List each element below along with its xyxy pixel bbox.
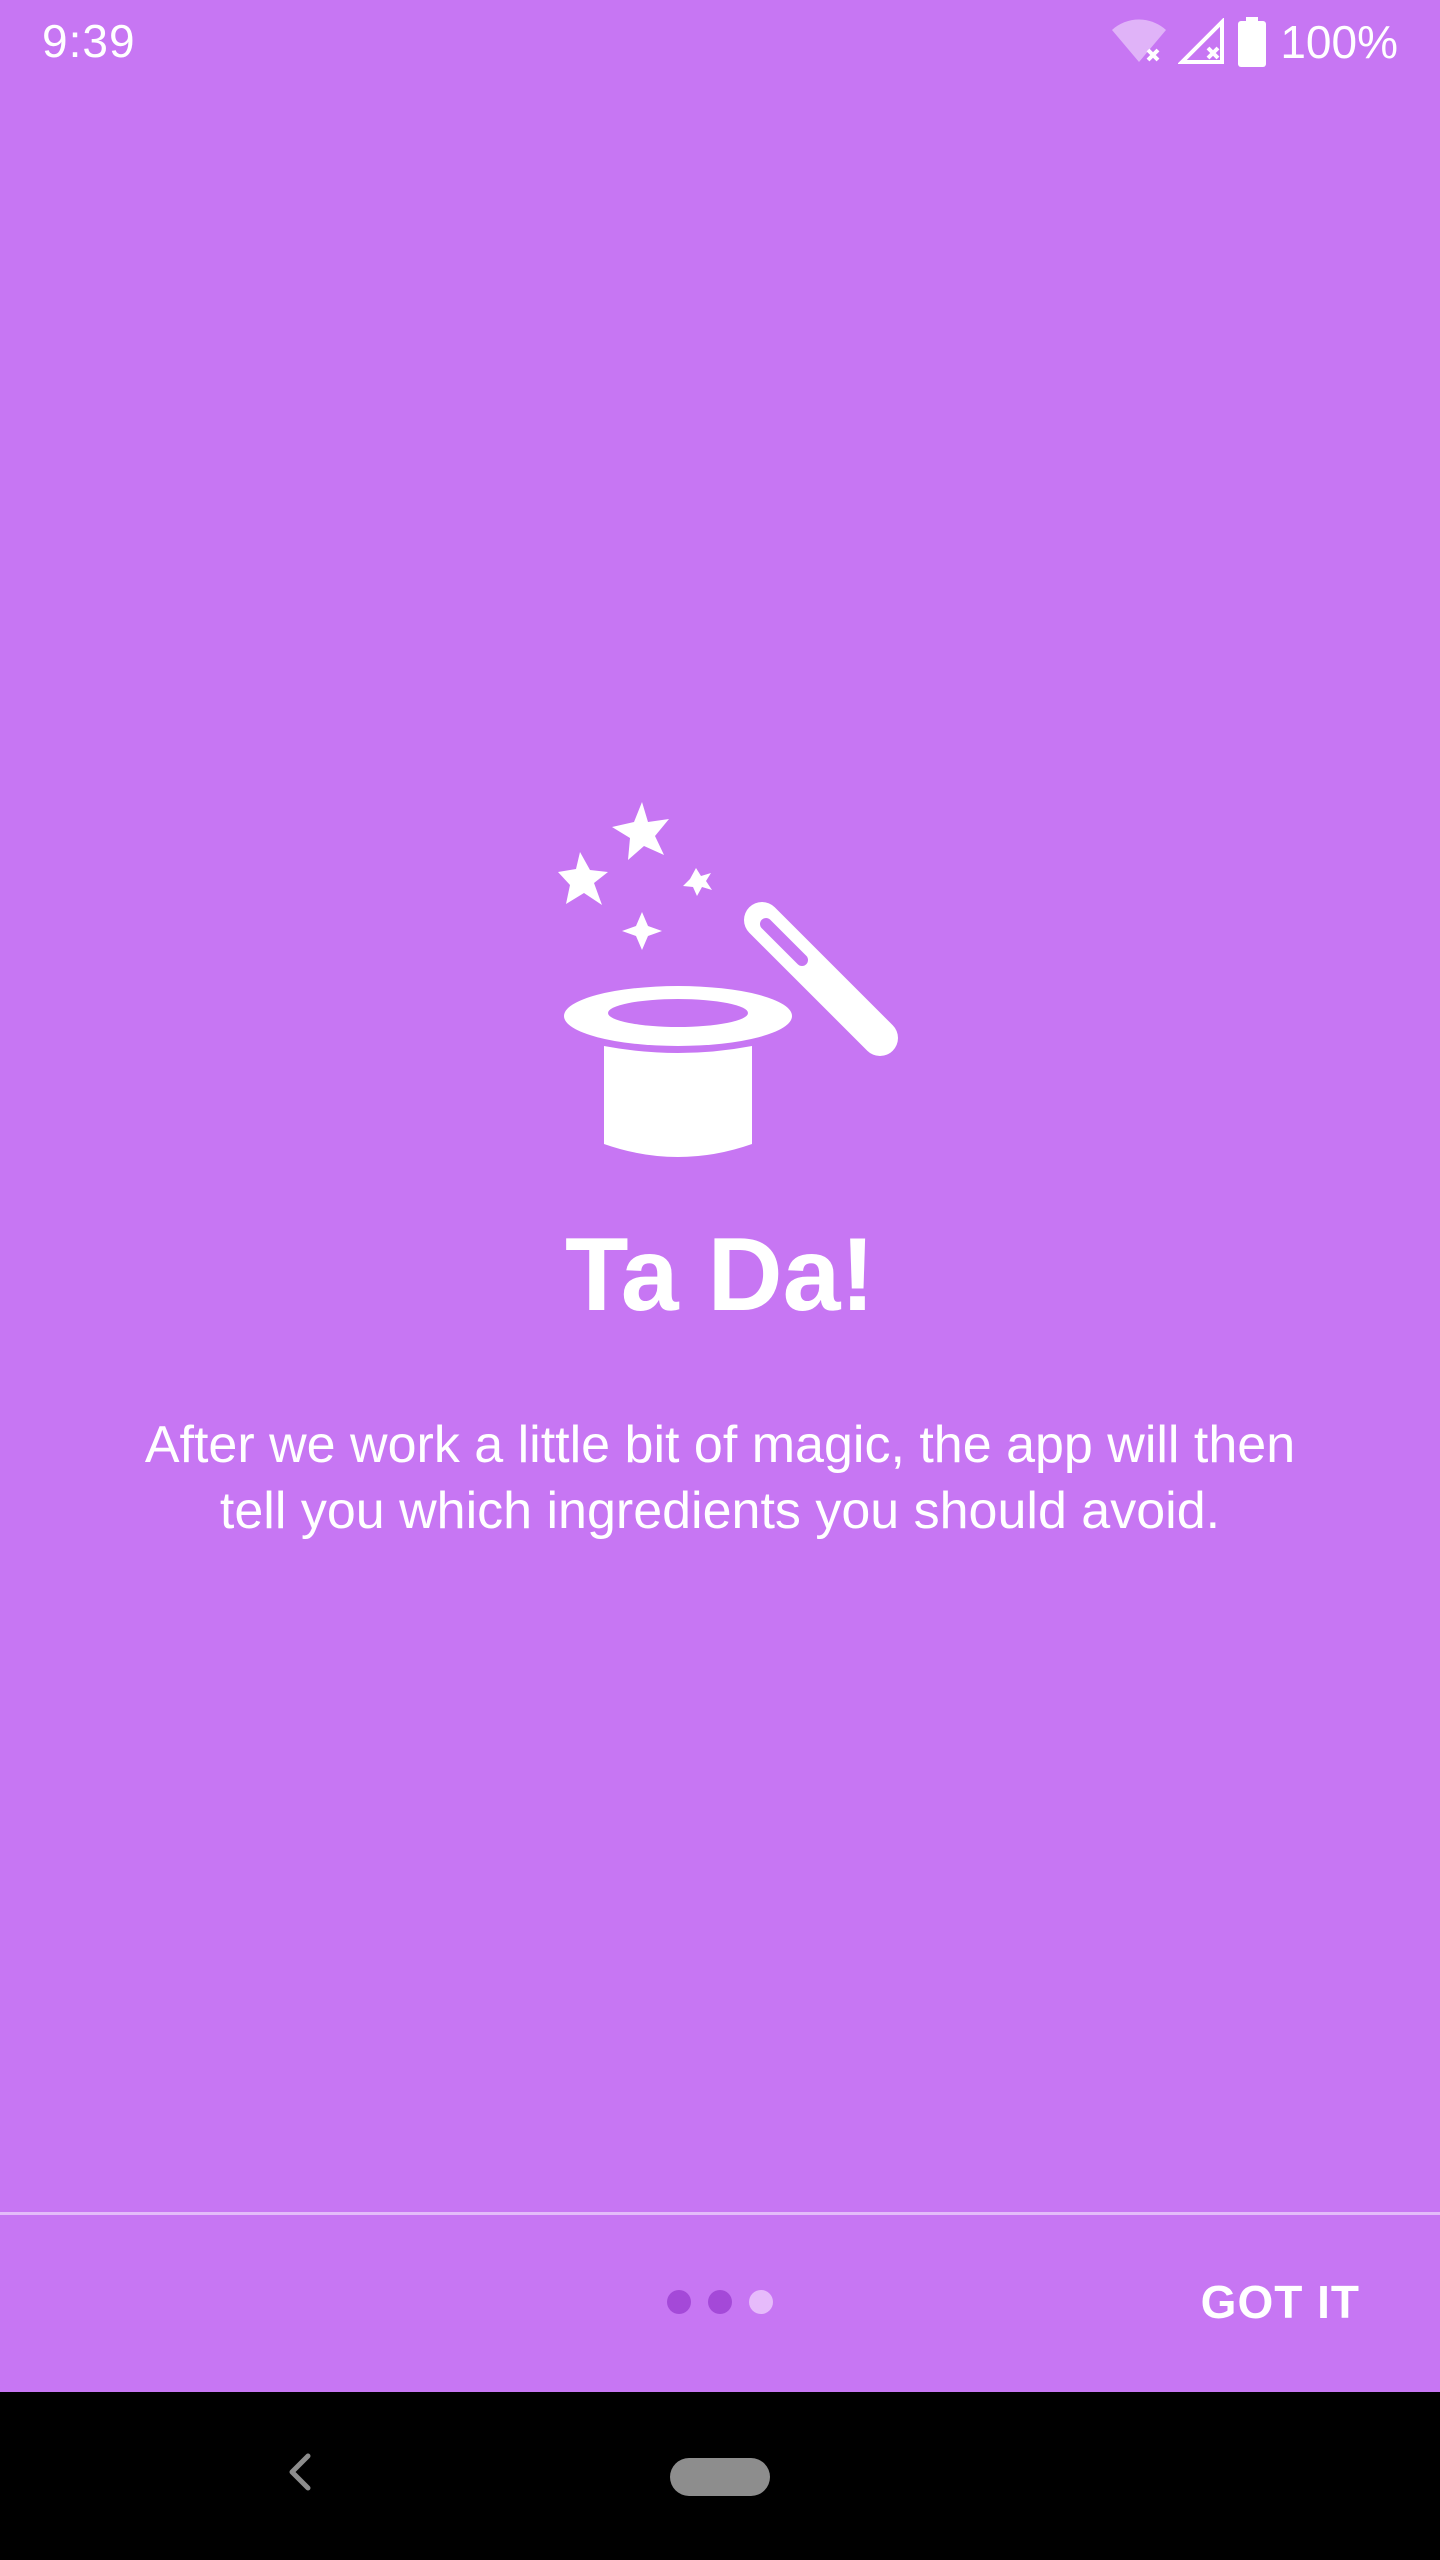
page-dot-3-active: [749, 2290, 773, 2314]
got-it-button[interactable]: GOT IT: [1201, 2275, 1360, 2329]
page-dot-2: [708, 2290, 732, 2314]
page-dot-1: [667, 2290, 691, 2314]
wifi-off-icon: [1110, 18, 1168, 66]
bottom-divider: [0, 2212, 1440, 2215]
magic-hat-wand-icon: [558, 802, 898, 1157]
battery-percent: 100%: [1280, 16, 1398, 68]
battery-full-icon: [1238, 17, 1267, 67]
status-icons: 100%: [1110, 14, 1398, 70]
status-time: 9:39: [42, 15, 136, 67]
home-pill[interactable]: [670, 2458, 770, 2496]
signal-off-icon: [1178, 18, 1228, 66]
page-description: After we work a little bit of magic, the…: [144, 1416, 1296, 1540]
back-icon[interactable]: [270, 2442, 330, 2502]
system-nav-bar: [0, 2392, 1440, 2560]
page-title: Ta Da!: [564, 1217, 876, 1333]
status-bar: 9:39 100%: [0, 0, 1440, 84]
